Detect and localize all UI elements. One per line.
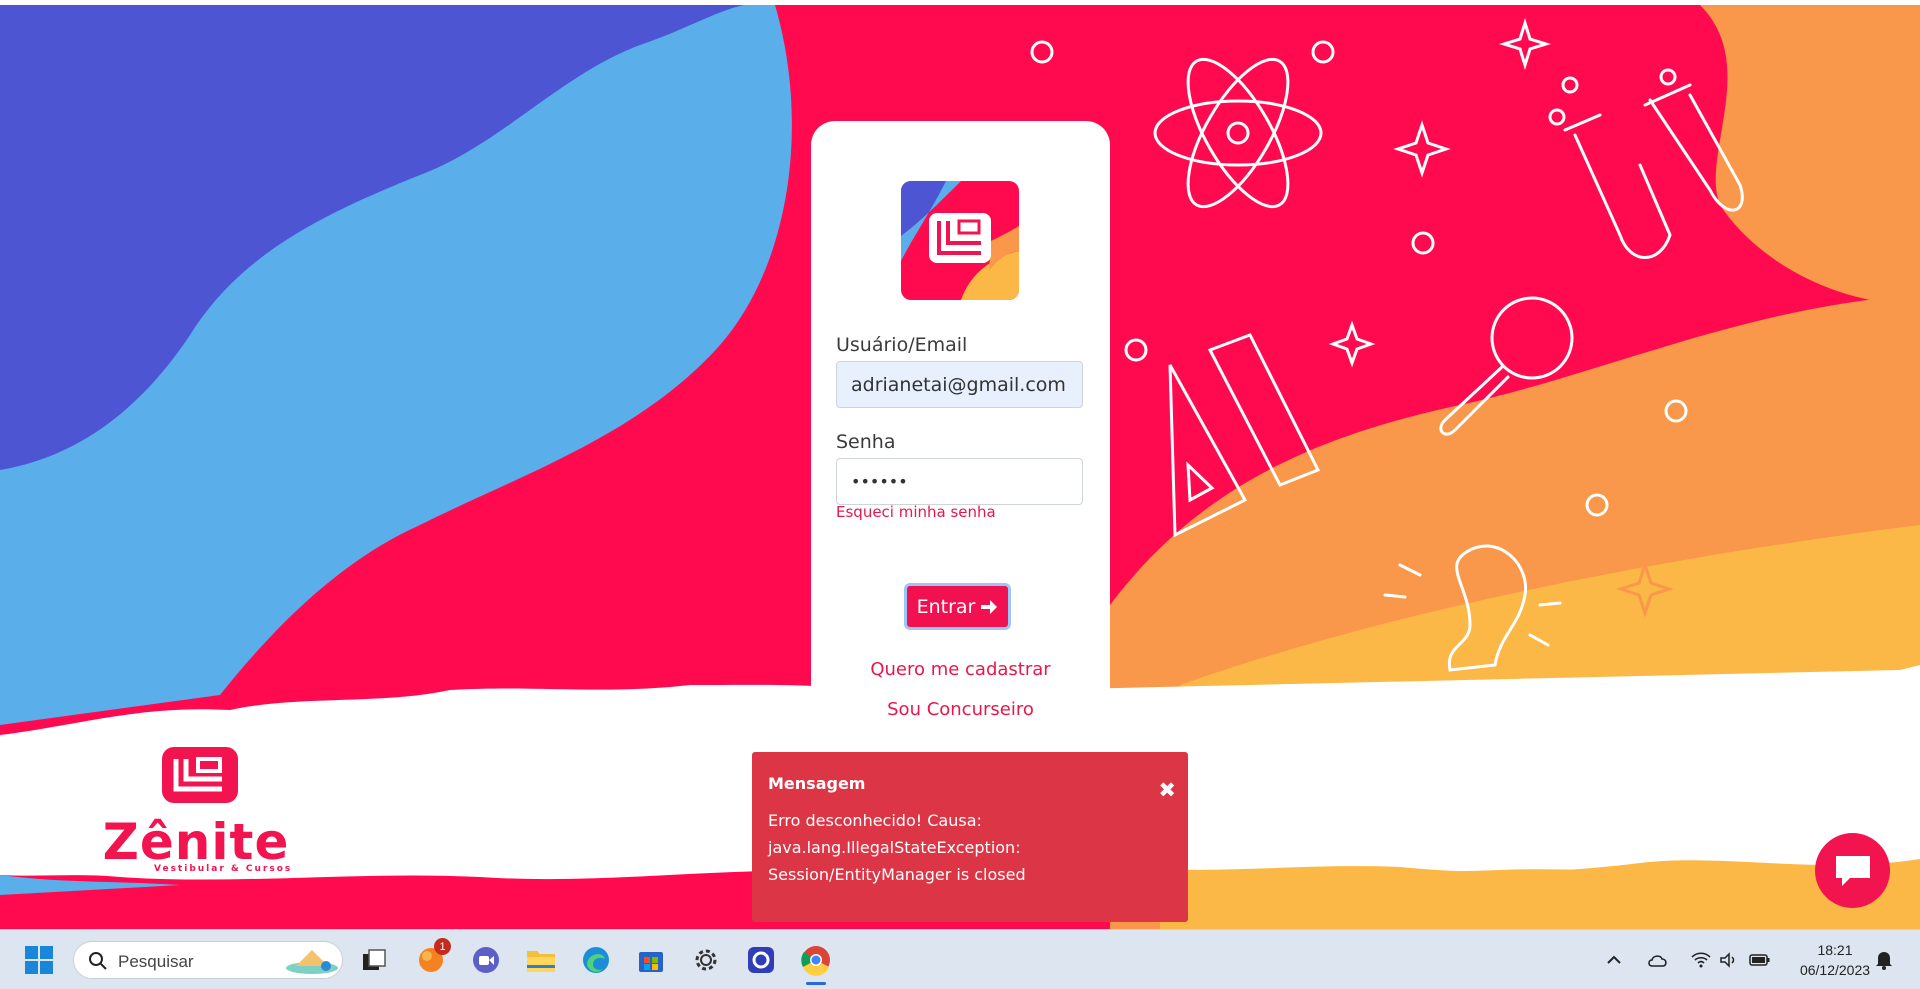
toast-message-line: java.lang.IllegalStateException: xyxy=(768,838,1021,857)
concurseiro-link[interactable]: Sou Concurseiro xyxy=(811,699,1110,720)
taskbar-app-video[interactable] xyxy=(469,943,503,977)
app-logo-icon xyxy=(901,181,1019,300)
login-button-label: Entrar xyxy=(916,595,976,618)
task-view-button[interactable] xyxy=(357,943,391,977)
clock-date: 06/12/2023 xyxy=(1799,962,1871,978)
gear-icon xyxy=(695,949,717,971)
chat-button[interactable] xyxy=(1815,833,1890,908)
taskbar-search[interactable]: Pesquisar xyxy=(73,941,343,979)
wifi-icon[interactable] xyxy=(1691,951,1711,968)
battery-icon[interactable] xyxy=(1749,953,1771,967)
search-highlight-icon xyxy=(286,950,338,974)
cloud-icon[interactable] xyxy=(1647,952,1669,968)
chevron-up-icon[interactable] xyxy=(1605,951,1623,969)
active-app-indicator xyxy=(806,982,826,985)
taskbar-store[interactable] xyxy=(634,943,668,977)
volume-icon[interactable] xyxy=(1719,951,1739,968)
login-card: Usuário/Email adrianetai@gmail.com Senha… xyxy=(811,121,1110,761)
system-tray xyxy=(1605,930,1771,989)
toast-message: Erro desconhecido! Causa: java.lang.Ille… xyxy=(768,807,1172,888)
notification-bell-icon[interactable] xyxy=(1875,950,1893,970)
taskbar-app-blue[interactable] xyxy=(744,943,778,977)
search-icon xyxy=(89,952,107,970)
app-logo xyxy=(901,181,1019,300)
forgot-password-link[interactable]: Esqueci minha senha xyxy=(836,503,996,521)
taskbar-chrome[interactable] xyxy=(799,943,833,977)
toast-message-line: Erro desconhecido! Causa: xyxy=(768,811,982,830)
username-label: Usuário/Email xyxy=(836,334,968,356)
arrow-right-icon xyxy=(981,599,998,614)
close-icon[interactable]: ✖ xyxy=(1158,778,1176,802)
password-label: Senha xyxy=(836,431,896,453)
brand-tagline: Vestibular & Cursos xyxy=(154,864,293,874)
error-toast: Mensagem ✖ Erro desconhecido! Causa: jav… xyxy=(752,752,1188,922)
task-view-icon xyxy=(363,949,386,970)
username-input[interactable]: adrianetai@gmail.com xyxy=(836,361,1083,408)
system-clock[interactable]: 18:21 06/12/2023 xyxy=(1785,940,1885,980)
taskbar: Pesquisar 1 18:21 06/12/2023 xyxy=(0,929,1920,989)
chat-bubble-icon xyxy=(1835,855,1870,886)
start-button[interactable] xyxy=(22,943,56,977)
register-link[interactable]: Quero me cadastrar xyxy=(811,659,1110,680)
login-button[interactable]: Entrar xyxy=(904,583,1011,630)
windows-logo-icon xyxy=(25,946,53,974)
toast-message-line: Session/EntityManager is closed xyxy=(768,865,1026,884)
taskbar-edge[interactable] xyxy=(579,943,613,977)
password-input[interactable]: •••••• xyxy=(836,458,1083,505)
brand-name: Zênite xyxy=(102,813,290,871)
store-icon xyxy=(639,952,663,972)
toast-title: Mensagem xyxy=(768,774,866,793)
video-call-icon xyxy=(473,947,499,973)
chrome-icon xyxy=(801,946,830,976)
edge-browser-icon xyxy=(583,947,609,973)
notification-badge: 1 xyxy=(434,938,451,955)
search-placeholder: Pesquisar xyxy=(118,952,194,971)
folder-icon xyxy=(527,951,555,972)
clock-time: 18:21 xyxy=(1817,942,1853,958)
taskbar-file-explorer[interactable] xyxy=(524,943,558,977)
taskbar-settings[interactable] xyxy=(689,943,723,977)
blue-app-icon xyxy=(748,947,774,973)
zenite-logo: Zênite Vestibular & Cursos xyxy=(96,745,296,875)
zenite-emblem-icon xyxy=(162,747,238,803)
page-viewport: Zênite Vestibular & Cursos Usuário/Email… xyxy=(0,5,1920,929)
